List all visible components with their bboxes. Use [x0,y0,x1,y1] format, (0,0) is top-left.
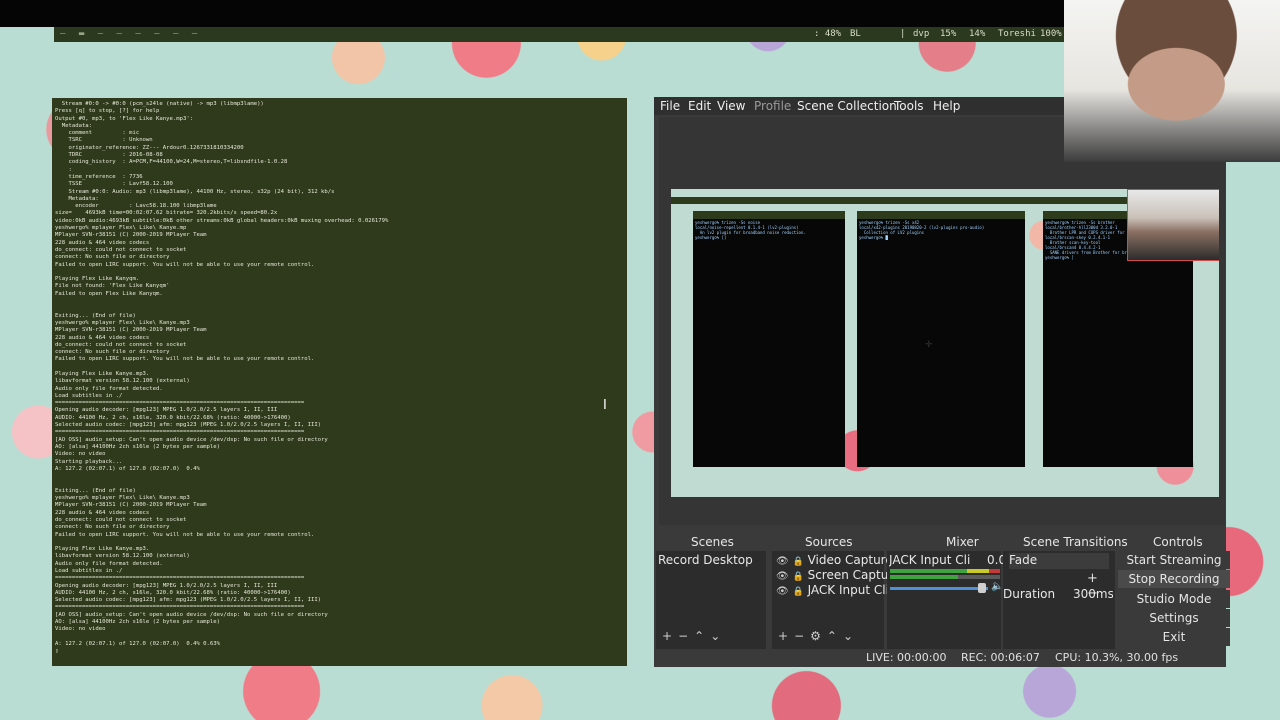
rec-timer: REC: 00:06:07 [961,651,1040,664]
cpu-status: 15% [940,29,957,39]
transitions-dock: Fade +− Duration 300ms [1003,551,1115,649]
source-item-video-capture[interactable]: 👁 🔒 Video Capture [776,553,893,567]
preview-webcam-source[interactable] [1127,189,1219,261]
obs-window: File Edit View Profile Scene Collection … [654,97,1230,667]
mouse-cursor-icon: ✛ [925,340,933,350]
volume-slider-handle[interactable] [978,583,986,593]
hostname-label: Toreshi [998,29,1036,39]
exit-button[interactable]: Exit [1118,628,1230,646]
terminal-window[interactable]: Stream #0:0 -> #0:0 (pcm_s24le (native) … [52,98,627,666]
memory-status: 14% [969,29,986,39]
menu-file[interactable]: File [660,99,680,113]
speaker-icon[interactable]: 🔈 [991,581,1003,592]
preview-terminal-2: yeshwergo% trizen -Ss x42 local/x42-plug… [857,211,1025,467]
webcam-overlay [1064,0,1280,162]
brightness-label: BL [850,29,861,39]
sources-dock: 👁 🔒 Video Capture 👁 🔒 Screen Captur 👁 🔒 … [772,551,896,649]
audio-meter-left [890,569,1000,573]
volume-status: 100% [1040,29,1062,39]
cpu-fps: CPU: 10.3%, 30.00 fps [1055,651,1179,664]
mixer-title: Mixer [946,535,979,549]
audio-meter-right [890,575,1000,579]
remove-icon[interactable]: − [794,629,810,643]
sources-title: Sources [805,535,853,549]
sources-toolbar: +−⚙⌃⌄ [778,629,859,643]
canvas-preview[interactable]: yeshwergo% trizen -Ss noise local/noise-… [671,189,1219,497]
remove-icon[interactable]: − [678,629,694,643]
move-up-icon[interactable]: ⌃ [694,629,710,643]
settings-button[interactable]: Settings [1118,609,1230,627]
add-icon[interactable]: + [1087,571,1102,586]
move-up-icon[interactable]: ⌃ [827,629,843,643]
source-item-jack-input[interactable]: 👁 🔒 JACK Input Clie [776,583,896,597]
live-timer: LIVE: 00:00:00 [866,651,947,664]
user-label: dvp [913,29,930,39]
menu-view[interactable]: View [717,99,745,113]
eye-icon[interactable]: 👁 [776,571,789,582]
menu-profile[interactable]: Profile [754,99,791,113]
move-down-icon[interactable]: ⌄ [843,629,859,643]
lock-icon[interactable]: 🔒 [793,572,804,582]
stop-recording-button[interactable]: Stop Recording [1118,570,1230,588]
transitions-title: Scene Transitions [1023,535,1128,549]
menu-edit[interactable]: Edit [688,99,711,113]
lock-icon[interactable]: 🔒 [793,557,804,567]
terminal-output: Stream #0:0 -> #0:0 (pcm_s24le (native) … [55,101,389,655]
add-icon[interactable]: + [662,629,678,643]
menu-help[interactable]: Help [933,99,960,113]
mixer-source-name: JACK Input Client [889,553,971,567]
battery-status: : 48% [814,29,842,39]
transition-select[interactable]: Fade [1009,553,1109,569]
preview-terminal-1: yeshwergo% trizen -Ss noise local/noise-… [693,211,845,467]
menu-tools[interactable]: Tools [894,99,924,113]
mixer-dock: JACK Input Client 0.0 [887,551,1006,649]
status-separator: | [900,29,906,39]
gear-icon[interactable]: ⚙ [810,629,827,643]
studio-mode-button[interactable]: Studio Mode [1118,590,1230,608]
scenes-title: Scenes [691,535,734,549]
scene-item-record-desktop[interactable]: Record Desktop [658,553,753,567]
lock-icon[interactable]: 🔒 [793,587,804,597]
start-streaming-button[interactable]: Start Streaming [1118,551,1230,569]
volume-slider[interactable] [890,587,988,590]
ibeam-cursor-icon: I [603,398,607,413]
duration-input[interactable]: 300ms [1073,587,1113,601]
scenes-toolbar: +−⌃⌄ [662,629,726,643]
workspace-indicators[interactable]: – ▬ – – – – – – [60,27,201,42]
menu-scene-collection[interactable]: Scene Collection [797,99,897,113]
preview-area: yeshwergo% trizen -Ss noise local/noise-… [659,117,1225,525]
scenes-dock: Record Desktop +−⌃⌄ [656,551,766,649]
controls-title: Controls [1153,535,1203,549]
add-icon[interactable]: + [778,629,794,643]
move-down-icon[interactable]: ⌄ [710,629,726,643]
dock-titles: Scenes Sources Mixer Scene Transitions C… [654,533,1226,551]
eye-icon[interactable]: 👁 [776,556,789,567]
source-item-screen-capture[interactable]: 👁 🔒 Screen Captur [776,568,893,582]
eye-icon[interactable]: 👁 [776,586,789,597]
status-bar: – ▬ – – – – – – : 48% BL | dvp 15% 14% T… [54,27,1064,42]
duration-label: Duration [1003,587,1056,601]
